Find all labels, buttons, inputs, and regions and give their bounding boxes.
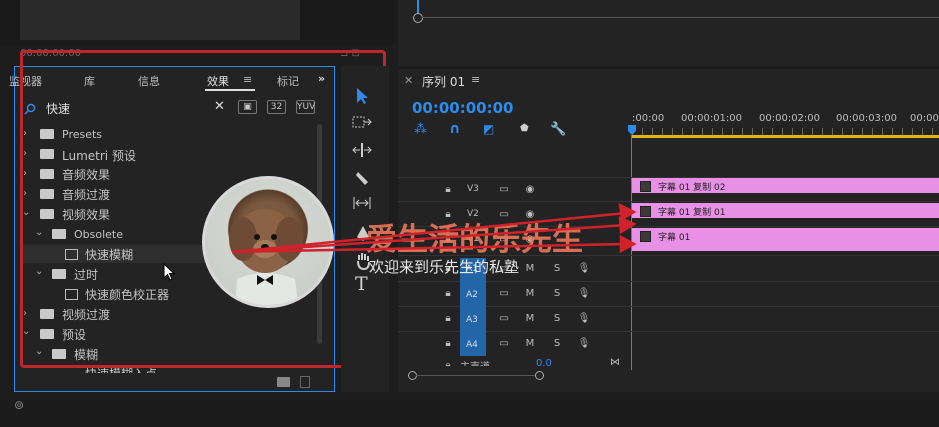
overlay-subtitle: 欢迎来到乐先生的私塾 xyxy=(369,258,520,276)
clip-v1[interactable]: 字幕 01 xyxy=(632,228,939,251)
lock-icon[interactable]: 🔒︎ xyxy=(440,182,456,198)
master-end-icon[interactable]: ⋈ xyxy=(610,357,620,368)
ruler-ticks xyxy=(632,128,939,135)
master-value[interactable]: 0.0 xyxy=(536,358,552,366)
lock-icon[interactable]: 🔒︎ xyxy=(440,336,456,352)
playhead-top[interactable] xyxy=(417,0,419,14)
work-area-bar[interactable] xyxy=(632,135,939,138)
mute-button[interactable]: M xyxy=(522,336,538,352)
sync-lock-icon[interactable]: ▭ xyxy=(496,182,512,198)
sync-lock-icon[interactable]: ▭ xyxy=(496,311,512,327)
top-right-monitor xyxy=(398,0,939,66)
clip-label: 字幕 01 xyxy=(658,233,691,243)
timeline-scroll-right[interactable] xyxy=(535,371,544,380)
linked-selection-icon[interactable]: ◩ xyxy=(483,122,494,136)
ruler-label: 00:00:03:00 xyxy=(836,113,898,124)
sync-lock-icon[interactable]: ▭ xyxy=(496,336,512,352)
lock-icon[interactable]: 🔒︎ xyxy=(440,286,456,302)
track-label-a2[interactable]: A2 xyxy=(466,290,478,300)
snap-icon[interactable]: ∩ xyxy=(449,121,460,137)
track-label-a4[interactable]: A4 xyxy=(466,340,478,350)
clip-v2[interactable]: 字幕 01 复制 01 xyxy=(632,203,939,218)
timeline-scroll-track xyxy=(416,375,536,376)
mute-button[interactable]: M xyxy=(522,286,538,302)
new-bin-icon[interactable] xyxy=(277,377,290,387)
master-label: 主声道 xyxy=(460,358,490,366)
cloud-sync-icon[interactable]: ⊚ xyxy=(14,398,24,412)
sync-lock-icon[interactable]: ▭ xyxy=(496,286,512,302)
solo-button[interactable]: S xyxy=(549,261,565,277)
slip-tool-icon[interactable] xyxy=(352,196,372,210)
track-select-tool-icon[interactable] xyxy=(352,115,372,129)
dog-illustration xyxy=(229,209,303,305)
ruler-label: :00:00 xyxy=(632,113,665,124)
status-bar xyxy=(0,394,939,427)
monitor-inner xyxy=(20,0,300,40)
playhead-line xyxy=(631,135,632,370)
close-sequence-icon[interactable]: ✕ xyxy=(404,74,413,87)
mute-button[interactable]: M xyxy=(522,261,538,277)
razor-tool-icon[interactable] xyxy=(355,169,371,187)
lock-icon[interactable]: 🔒︎ xyxy=(440,358,456,366)
add-marker-icon[interactable]: ⬟ xyxy=(520,123,529,134)
ruler-label: 00:00:02:00 xyxy=(759,113,821,124)
mic-icon[interactable]: 🎙︎ xyxy=(576,286,592,302)
lock-icon[interactable]: 🔒︎ xyxy=(440,311,456,327)
master-clip-area: 🔒︎ 主声道 0.0 xyxy=(398,358,638,366)
clip-label: 字幕 01 复制 02 xyxy=(658,183,726,193)
ruler-label: 00:00:01:00 xyxy=(681,113,743,124)
settings-wrench-icon[interactable]: 🔧 xyxy=(550,122,566,137)
mic-icon[interactable]: 🎙︎ xyxy=(576,261,592,277)
track-label-v3[interactable]: V3 xyxy=(467,184,479,194)
track-divider xyxy=(398,201,939,202)
nest-toggle-icon[interactable]: ⁂ xyxy=(414,122,427,137)
sequence-tab-title[interactable]: 序列 01 xyxy=(422,73,465,90)
type-tool-icon[interactable]: T xyxy=(355,273,368,295)
clip-fx-icon xyxy=(640,231,651,242)
clip-fx-icon xyxy=(640,206,651,217)
avatar xyxy=(202,176,334,308)
delete-icon[interactable] xyxy=(300,376,310,388)
scroll-line-top xyxy=(422,17,939,18)
mic-icon[interactable]: 🎙︎ xyxy=(576,311,592,327)
solo-button[interactable]: S xyxy=(549,286,565,302)
clip-fx-icon xyxy=(640,181,651,192)
zoom-scroll-top[interactable] xyxy=(413,13,423,23)
track-label-a3[interactable]: A3 xyxy=(466,315,478,325)
clip-v3[interactable]: 字幕 01 复制 02 xyxy=(632,178,939,193)
mic-icon[interactable]: 🎙︎ xyxy=(576,336,592,352)
ruler-label: 00:00 xyxy=(910,113,939,124)
eye-icon[interactable]: ◉ xyxy=(522,182,538,198)
overlay-title: 爱生活的乐先生 xyxy=(366,222,583,258)
clip-label: 字幕 01 复制 01 xyxy=(658,208,726,218)
mute-button[interactable]: M xyxy=(522,311,538,327)
selection-tool-icon[interactable] xyxy=(354,87,370,105)
solo-button[interactable]: S xyxy=(549,336,565,352)
solo-button[interactable]: S xyxy=(549,311,565,327)
sequence-menu-icon[interactable]: ≡ xyxy=(471,73,480,86)
annotation-box xyxy=(20,50,386,368)
ripple-edit-tool-icon[interactable] xyxy=(352,142,372,158)
sequence-timecode[interactable]: 00:00:00:00 xyxy=(412,99,514,117)
mouse-cursor xyxy=(163,262,176,285)
